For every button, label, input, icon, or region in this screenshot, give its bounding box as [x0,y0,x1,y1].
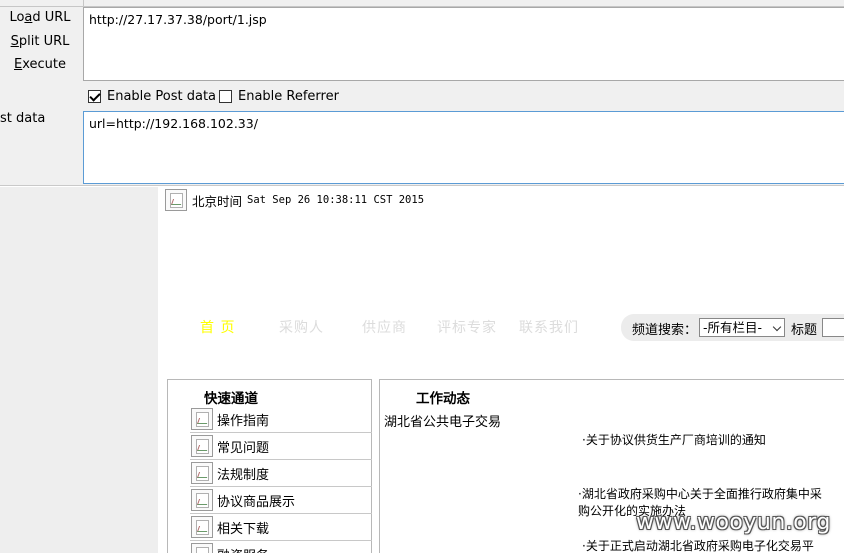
nav-contact[interactable]: 联系我们 [519,317,579,337]
broken-image-icon [191,489,213,511]
time-label: 北京时间 [192,193,243,209]
load-url-button[interactable]: Load URL [0,10,80,25]
chevron-down-icon [772,322,782,332]
nav-purchaser[interactable]: 采购人 [279,317,324,337]
watermark: www.wooyun.org [636,510,831,535]
quick-link-products[interactable]: 协议商品展示 [190,487,372,514]
title-search-label: 标题 [791,323,818,338]
enable-referrer-label: Enable Referrer [238,89,339,104]
broken-image-icon [165,189,187,211]
channel-search-label: 频道搜索： [632,323,698,338]
quick-link-label: 法规制度 [217,467,270,483]
channel-select[interactable]: -所有栏目- [699,318,785,337]
quick-link-faq[interactable]: 常见问题 [190,433,372,460]
time-bar: 北京时间 Sat Sep 26 10:38:11 CST 2015 [165,189,424,211]
enable-post-label: Enable Post data [107,89,217,104]
panel-top-edge [0,0,844,7]
broken-image-icon [191,516,213,538]
url-input[interactable]: http://27.17.37.38/port/1.jsp [83,7,844,81]
checkbox-checked-icon [88,90,101,103]
hackbar-panel: Load URL Split URL Execute http://27.17.… [0,0,844,186]
work-news-subtitle: 湖北省公共电子交易 [384,415,502,430]
work-news-title: 工作动态 [416,391,470,407]
nav-experts[interactable]: 评标专家 [437,317,497,337]
quick-link-regulations[interactable]: 法规制度 [190,460,372,487]
browser-margin [0,187,158,553]
quick-link-label: 融资服务 [217,545,269,553]
time-value: Sat Sep 26 10:38:11 CST 2015 [247,194,425,206]
channel-search: 频道搜索： -所有栏目- 标题 [621,314,844,341]
channel-select-value: -所有栏目- [703,320,763,335]
broken-image-icon [191,435,213,457]
enable-post-checkbox[interactable]: Enable Post data [88,89,216,104]
quick-link-guide[interactable]: 操作指南 [190,406,372,433]
web-page: 北京时间 Sat Sep 26 10:38:11 CST 2015 首 页 采购… [158,187,844,553]
quick-links-panel: 快速通道 操作指南 常见问题 法规制度 协议商品展示 相关下载 融资服务 [167,379,372,553]
broken-image-icon [191,543,213,553]
post-data-value: url=http://192.168.102.33/ [89,116,258,131]
nav-home[interactable]: 首 页 [200,317,235,337]
post-data-label: st data [0,111,46,126]
split-url-button[interactable]: Split URL [0,34,80,49]
execute-button[interactable]: Execute [0,57,80,72]
quick-links-list: 操作指南 常见问题 法规制度 协议商品展示 相关下载 融资服务 [190,406,372,553]
quick-link-label: 操作指南 [217,413,270,429]
news-item[interactable]: ·关于正式启动湖北省政府采购电子化交易平 [582,538,842,553]
post-data-input[interactable]: url=http://192.168.102.33/ [83,111,844,184]
checkbox-unchecked-icon [219,90,232,103]
quick-link-finance[interactable]: 融资服务 [190,541,372,553]
quick-link-label: 常见问题 [217,440,270,456]
url-input-value: http://27.17.37.38/port/1.jsp [89,12,267,27]
quick-links-title: 快速通道 [204,391,258,407]
quick-link-label: 协议商品展示 [217,494,296,510]
quick-link-label: 相关下载 [217,521,270,537]
news-item[interactable]: ·关于协议供货生产厂商培训的通知 [582,432,842,449]
broken-image-icon [191,462,213,484]
nav-supplier[interactable]: 供应商 [362,317,407,337]
enable-referrer-checkbox[interactable]: Enable Referrer [219,89,339,104]
title-search-input[interactable] [822,318,844,337]
quick-link-downloads[interactable]: 相关下载 [190,514,372,541]
broken-image-icon [191,408,213,430]
